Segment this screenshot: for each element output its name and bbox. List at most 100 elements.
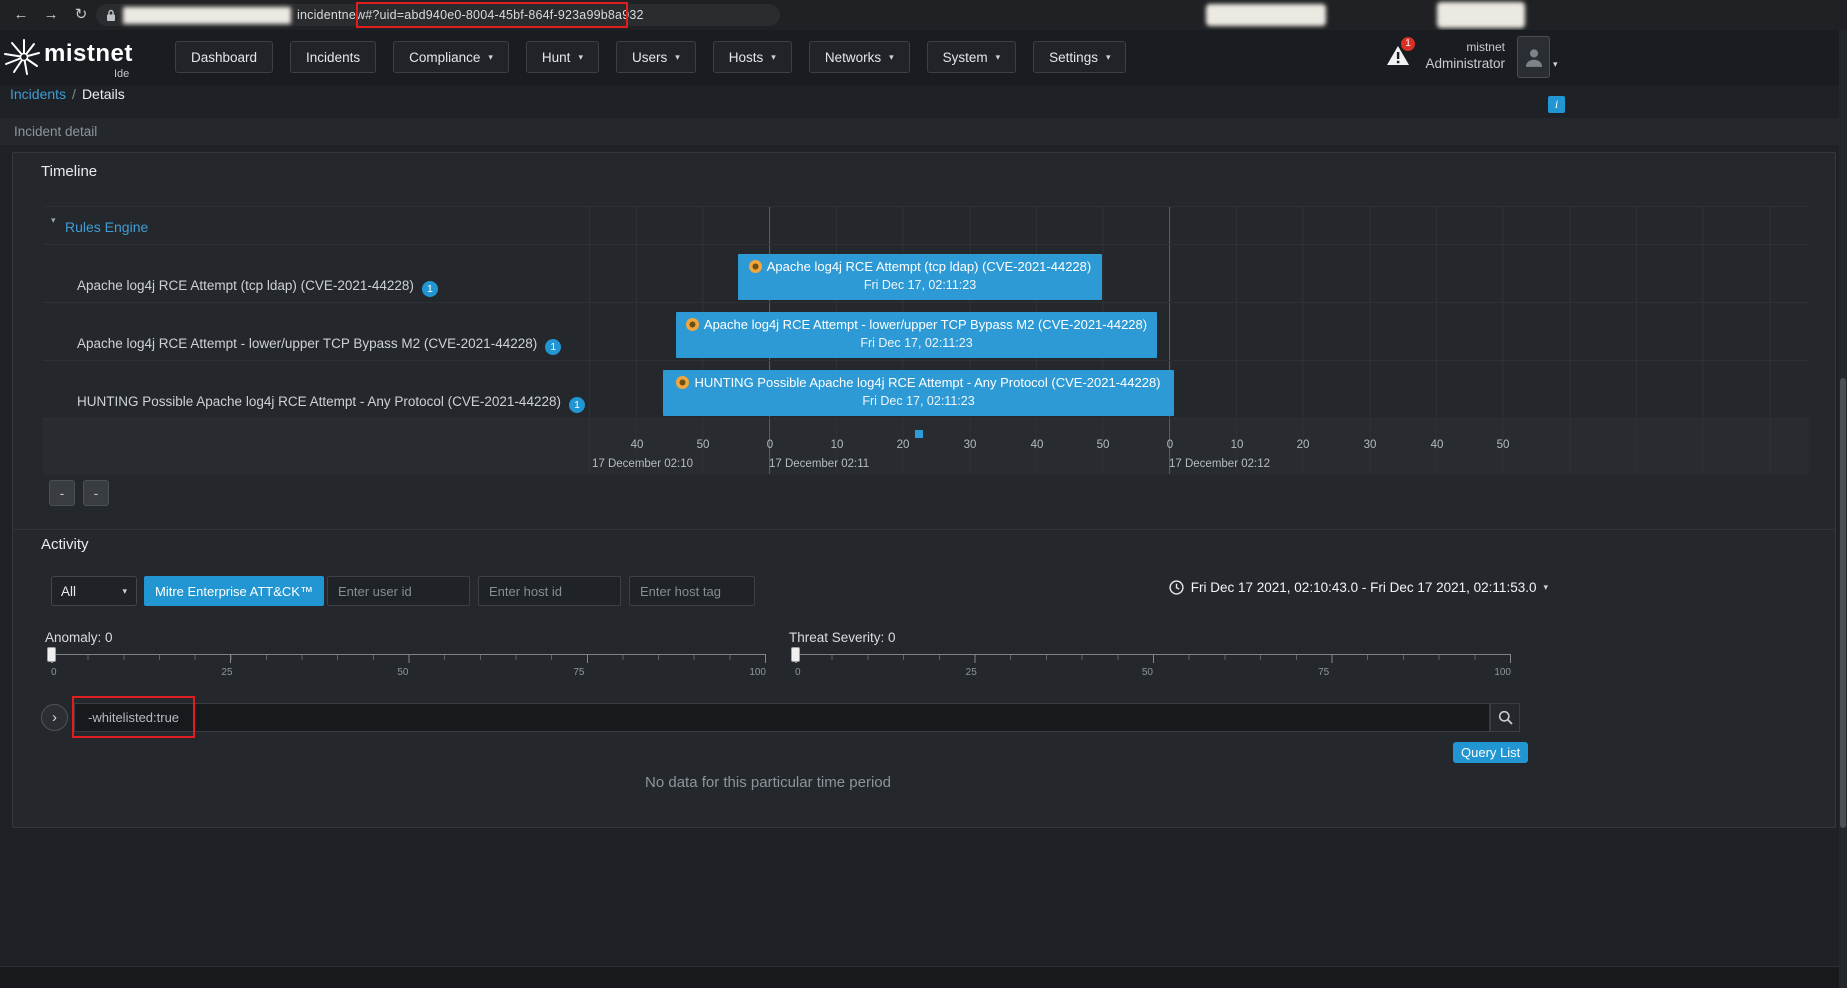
- scale-label: 0: [795, 667, 801, 678]
- event-icon: [686, 318, 699, 331]
- row-label: Apache log4j RCE Attempt (tcp ldap) (CVE…: [77, 278, 438, 297]
- anomaly-slider[interactable]: 0 25 50 75 100: [51, 654, 766, 678]
- scale-label: 0: [51, 667, 57, 678]
- brand-subtext: Ide: [114, 68, 129, 80]
- timeline-position-marker[interactable]: [915, 430, 923, 438]
- nav-dashboard[interactable]: Dashboard: [175, 41, 273, 73]
- activity-filter-select[interactable]: All ▾: [51, 576, 137, 606]
- axis-tick: 40: [1031, 439, 1044, 451]
- timeline-chart: ▾ Rules Engine Apache log4j RCE Attempt …: [43, 206, 1809, 474]
- section-divider: [13, 529, 1835, 530]
- slider-track[interactable]: [795, 654, 1511, 655]
- axis-tick: 0: [767, 439, 773, 451]
- chevron-down-icon: ▾: [1106, 53, 1111, 62]
- timeline-event-bar[interactable]: Apache log4j RCE Attempt - lower/upper T…: [676, 312, 1157, 358]
- event-icon: [749, 260, 762, 273]
- expand-query-button[interactable]: ›: [41, 704, 68, 731]
- host-id-input[interactable]: [478, 576, 621, 606]
- app-header: mistnet Ide Dashboard Incidents Complian…: [0, 30, 1847, 85]
- threat-severity-slider-label: Threat Severity: 0: [789, 630, 896, 645]
- timeline-event-bar[interactable]: HUNTING Possible Apache log4j RCE Attemp…: [663, 370, 1174, 416]
- scrollbar-thumb[interactable]: [1840, 378, 1846, 828]
- axis-tick: 50: [697, 439, 710, 451]
- url-text-uid: ?uid=abd940e0-8004-45bf-864f-923a99b8a93…: [372, 8, 643, 22]
- axis-tick: 10: [1231, 439, 1244, 451]
- group-label-rules-engine[interactable]: Rules Engine: [65, 219, 148, 235]
- slider-track[interactable]: [51, 654, 766, 655]
- collapse-icon[interactable]: ▾: [51, 215, 56, 226]
- brand-logo-icon: [3, 36, 43, 83]
- nav-settings[interactable]: Settings▾: [1033, 41, 1126, 73]
- info-button[interactable]: i: [1548, 96, 1565, 113]
- host-tag-input[interactable]: [629, 576, 755, 606]
- scale-label: 100: [1494, 667, 1511, 678]
- slider-handle[interactable]: [791, 647, 800, 662]
- user-role: Administrator: [1425, 55, 1505, 73]
- scale-label: 50: [397, 667, 408, 678]
- browser-forward-icon[interactable]: →: [38, 3, 64, 27]
- threat-severity-slider[interactable]: 0 25 50 75 100: [795, 654, 1511, 678]
- browser-reload-icon[interactable]: ↻: [68, 3, 94, 27]
- chevron-down-icon: ▾: [488, 53, 493, 62]
- breadcrumb-separator: /: [72, 86, 76, 102]
- brand-name: mistnet: [44, 40, 133, 68]
- nav-incidents[interactable]: Incidents: [290, 41, 376, 73]
- slider-ticks: [51, 655, 766, 663]
- bottom-strip: [0, 966, 1847, 988]
- slider-handle[interactable]: [47, 647, 56, 662]
- browser-back-icon[interactable]: ←: [8, 3, 34, 27]
- time-range-text: Fri Dec 17 2021, 02:10:43.0 - Fri Dec 17…: [1191, 580, 1537, 595]
- row-label-text: Apache log4j RCE Attempt - lower/upper T…: [77, 336, 537, 351]
- nav-system[interactable]: System ▾: [927, 41, 1017, 73]
- address-bar[interactable]: incidentnew# ?uid=abd940e0-8004-45bf-864…: [96, 4, 780, 26]
- user-org: mistnet: [1425, 39, 1505, 55]
- axis-date-label: 17 December 02:12: [1169, 458, 1270, 470]
- nav-hunt[interactable]: Hunt▾: [526, 41, 599, 73]
- user-id-input[interactable]: [327, 576, 470, 606]
- nav-networks[interactable]: Networks▾: [809, 41, 910, 73]
- nav-label: System: [943, 50, 988, 65]
- axis-tick: 0: [1167, 439, 1173, 451]
- row-label-text: Apache log4j RCE Attempt (tcp ldap) (CVE…: [77, 278, 414, 293]
- row-label: HUNTING Possible Apache log4j RCE Attemp…: [77, 394, 585, 413]
- slider-ticks: [795, 655, 1511, 663]
- redaction-patch-right-2: [1437, 2, 1525, 28]
- nav-label: Users: [632, 50, 667, 65]
- activity-section-title: Activity: [41, 536, 89, 553]
- nav-hosts[interactable]: Hosts▾: [713, 41, 792, 73]
- count-badge: 1: [545, 339, 561, 355]
- main-navigation: Dashboard Incidents Compliance▾ Hunt▾ Us…: [175, 41, 1126, 73]
- timeline-zoom-out-button[interactable]: -: [49, 480, 75, 506]
- nav-label: Incidents: [306, 50, 360, 65]
- breadcrumb-incidents-link[interactable]: Incidents: [10, 86, 66, 102]
- time-range-selector[interactable]: Fri Dec 17 2021, 02:10:43.0 - Fri Dec 17…: [1169, 580, 1548, 595]
- axis-tick: 40: [631, 439, 644, 451]
- search-button[interactable]: [1490, 703, 1520, 732]
- nav-users[interactable]: Users▾: [616, 41, 696, 73]
- redaction-patch-right-1: [1206, 4, 1326, 26]
- timeline-zoom-in-button[interactable]: -: [83, 480, 109, 506]
- axis-tick: 50: [1097, 439, 1110, 451]
- user-menu-chevron-icon[interactable]: ▾: [1553, 60, 1558, 69]
- axis-tick: 30: [964, 439, 977, 451]
- nav-compliance[interactable]: Compliance▾: [393, 41, 509, 73]
- slider-scale: 0 25 50 75 100: [51, 667, 766, 678]
- event-title: Apache log4j RCE Attempt (tcp ldap) (CVE…: [767, 259, 1091, 274]
- axis-date-label: 17 December 02:10: [592, 458, 693, 470]
- axis-tick: 50: [1497, 439, 1510, 451]
- lock-icon: [106, 9, 116, 22]
- query-list-button[interactable]: Query List: [1453, 742, 1528, 763]
- avatar[interactable]: [1517, 36, 1550, 78]
- mitre-attack-button[interactable]: Mitre Enterprise ATT&CK™: [144, 576, 324, 606]
- user-info: mistnet Administrator: [1425, 39, 1505, 73]
- event-title: HUNTING Possible Apache log4j RCE Attemp…: [694, 375, 1160, 390]
- query-search-input[interactable]: [74, 703, 1490, 732]
- timeline-group-row: ▾ Rules Engine: [43, 207, 1809, 245]
- timeline-section-title: Timeline: [41, 163, 97, 180]
- nav-label: Dashboard: [191, 50, 257, 65]
- timeline-event-bar[interactable]: Apache log4j RCE Attempt (tcp ldap) (CVE…: [738, 254, 1102, 300]
- alert-count-badge: 1: [1401, 37, 1415, 51]
- axis-tick: 20: [1297, 439, 1310, 451]
- chevron-down-icon: ▾: [1543, 583, 1548, 592]
- chevron-down-icon: ▾: [996, 53, 1001, 62]
